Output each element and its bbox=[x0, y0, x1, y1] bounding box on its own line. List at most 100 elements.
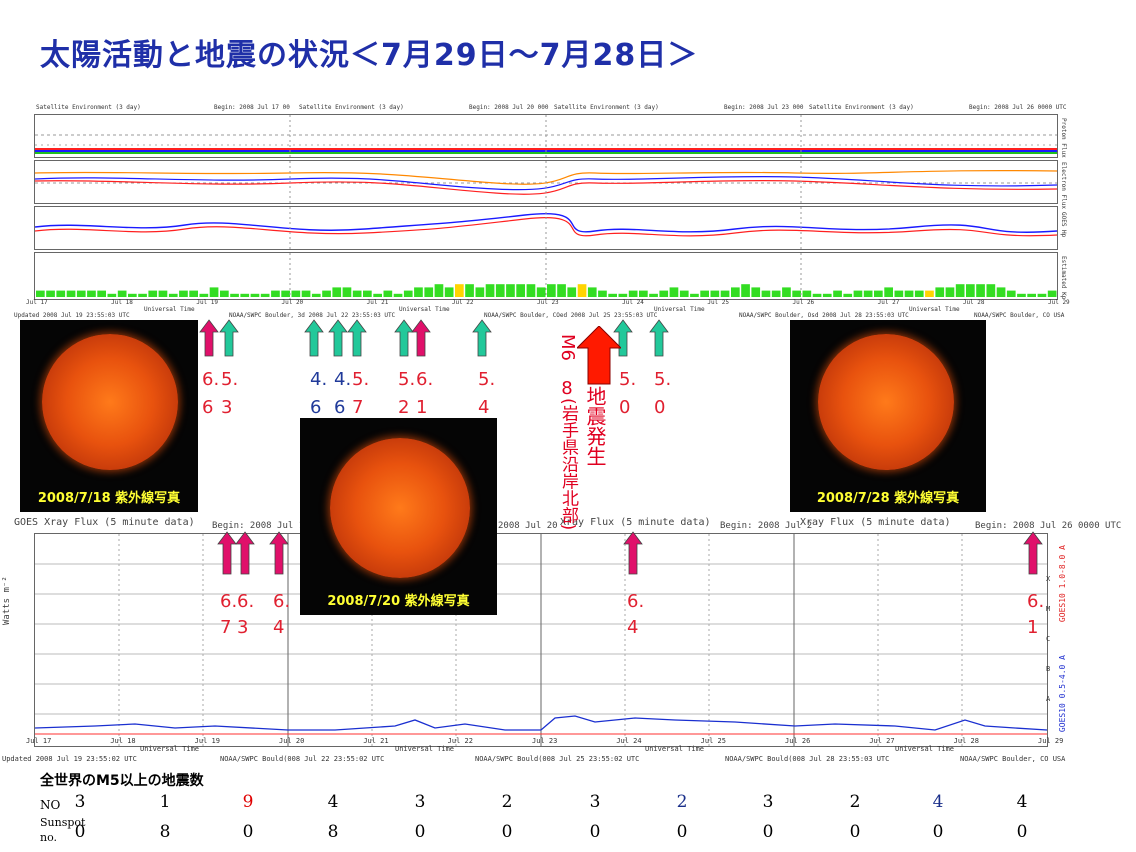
kp-bar bbox=[874, 290, 883, 297]
table-cell: 9 bbox=[242, 792, 254, 812]
xray-header-left: GOES Xray Flux (5 minute data) bbox=[14, 517, 195, 528]
xray-class-labels: X M C B A bbox=[1046, 575, 1051, 703]
kp-bar bbox=[363, 290, 372, 297]
eq-magnitude-1: M6 bbox=[557, 334, 578, 361]
day-label: Jul 19 bbox=[196, 299, 219, 306]
sat-header-begin-3: Begin: 2008 Jul 23 000 bbox=[724, 104, 804, 111]
kp-bar bbox=[751, 287, 761, 297]
kp-bar bbox=[598, 290, 607, 297]
table-cell: 3 bbox=[74, 792, 86, 812]
kp-bar bbox=[444, 287, 454, 297]
day-label: Jul 23 bbox=[532, 737, 558, 745]
mag-b1-bot: 6 bbox=[310, 397, 322, 418]
kp-bar bbox=[904, 290, 914, 297]
kp-bar bbox=[1027, 293, 1036, 297]
xray-footer-3: NOAA/SWPC Bould(008 Jul 25 23:55:02 UTC bbox=[475, 755, 640, 763]
day-label: Jul 24 bbox=[616, 737, 642, 745]
mag-x5-top: 6. bbox=[1027, 591, 1045, 612]
kp-bar bbox=[577, 284, 587, 297]
up-arrow-icon bbox=[472, 319, 492, 357]
table-cell: 8 bbox=[327, 822, 339, 842]
kp-bar bbox=[495, 284, 505, 297]
day-label: Jul 21 bbox=[363, 737, 389, 745]
up-arrow-icon bbox=[199, 319, 219, 357]
day-label: Jul 22 bbox=[447, 737, 473, 745]
table-cell: 0 bbox=[74, 822, 86, 842]
kp-bar bbox=[649, 293, 658, 297]
kp-bar bbox=[475, 287, 485, 297]
eq-location-text: (岩手県沿岸北部) bbox=[558, 398, 578, 531]
kp-bar bbox=[281, 290, 290, 297]
kp-bar bbox=[260, 293, 270, 297]
kp-bar bbox=[761, 290, 771, 297]
kp-bar bbox=[179, 290, 188, 297]
eq-occurrence-text: 地震発生 bbox=[583, 386, 607, 466]
mag-x4-top: 6. bbox=[627, 591, 645, 612]
kp-bar bbox=[311, 293, 321, 297]
sat-universal-time-2: Universal Time bbox=[399, 306, 450, 313]
satellite-environment-chart: Satellite Environment (3 day) Begin: 200… bbox=[14, 100, 1070, 320]
up-arrow-icon bbox=[304, 319, 324, 357]
electron-flux-label: Electron Flux bbox=[1060, 162, 1067, 209]
sun-caption: 2008/7/28 紫外線写真 bbox=[816, 491, 960, 506]
table-cell: 2 bbox=[849, 792, 861, 812]
kp-bar bbox=[741, 284, 750, 297]
kp-bar bbox=[209, 287, 219, 297]
mag-a1-top: 6. bbox=[202, 369, 220, 390]
upper-arrows bbox=[199, 319, 669, 357]
table-cell: 3 bbox=[414, 792, 426, 812]
xray-universal-time-3: Universal Time bbox=[645, 745, 705, 753]
kp-bar bbox=[516, 284, 525, 297]
table-cell: 0 bbox=[242, 822, 254, 842]
day-label: Jul 27 bbox=[877, 299, 900, 306]
kp-bar bbox=[434, 284, 444, 297]
table-cell: 0 bbox=[501, 822, 513, 842]
kp-bar bbox=[465, 284, 474, 297]
electron-flux-panel bbox=[34, 160, 1058, 204]
mag-x2-bot: 3 bbox=[237, 617, 249, 638]
table-cell: 4 bbox=[1016, 792, 1028, 812]
kp-bar bbox=[342, 287, 352, 297]
table-cell: 0 bbox=[414, 822, 426, 842]
up-arrow-icon bbox=[411, 319, 431, 357]
day-label: Jul 23 bbox=[537, 299, 559, 306]
kp-bar bbox=[373, 293, 382, 297]
goes-hp-label: GOES Hp bbox=[1060, 212, 1067, 238]
sat-universal-time-1: Universal Time bbox=[144, 306, 195, 313]
sat-footer-5: NOAA/SWPC Boulder, CO USA bbox=[974, 312, 1065, 319]
kp-bar bbox=[955, 284, 965, 297]
table-cell: 0 bbox=[762, 822, 774, 842]
mag-x1-bot: 7 bbox=[220, 617, 232, 638]
kp-bar bbox=[894, 290, 904, 297]
kp-bar bbox=[158, 290, 168, 297]
kp-bar bbox=[1047, 290, 1057, 297]
day-label: Jul 20 bbox=[281, 299, 304, 306]
table-cell: 8 bbox=[159, 822, 171, 842]
sat-header-begin-4: Begin: 2008 Jul 26 0000 UTC bbox=[969, 104, 1067, 111]
kp-bar bbox=[526, 284, 536, 297]
mag-a2-top: 5. bbox=[221, 369, 239, 390]
kp-bar bbox=[148, 290, 158, 297]
mag-a2-bot: 3 bbox=[221, 397, 233, 418]
up-arrow-icon bbox=[649, 319, 669, 357]
kp-bar bbox=[240, 293, 250, 297]
xray-universal-time-1: Universal Time bbox=[140, 745, 200, 753]
kp-bar bbox=[536, 287, 546, 297]
kp-bar bbox=[403, 290, 413, 297]
day-label: Jul 18 bbox=[111, 299, 133, 306]
sun-disc bbox=[42, 334, 178, 470]
kp-bar bbox=[720, 290, 730, 297]
xray-universal-time-4: Universal Time bbox=[895, 745, 955, 753]
sat-header-left: Satellite Environment (3 day) bbox=[36, 104, 141, 111]
kp-bar bbox=[66, 290, 76, 297]
kp-bar bbox=[557, 284, 566, 297]
kp-bar bbox=[925, 290, 934, 297]
kp-bar bbox=[230, 293, 239, 297]
xray-footer-2: NOAA/SWPC Bould(008 Jul 22 23:55:02 UTC bbox=[220, 755, 385, 763]
kp-index-label: Estimated Kp bbox=[1060, 256, 1067, 300]
table-cell: 3 bbox=[762, 792, 774, 812]
table-cell: 0 bbox=[849, 822, 861, 842]
mag-b3-top: 5. bbox=[352, 369, 370, 390]
sunspot-count-row: 0 8 0 8 0 0 0 0 0 0 0 0 bbox=[0, 822, 1136, 846]
kp-bar bbox=[628, 290, 638, 297]
